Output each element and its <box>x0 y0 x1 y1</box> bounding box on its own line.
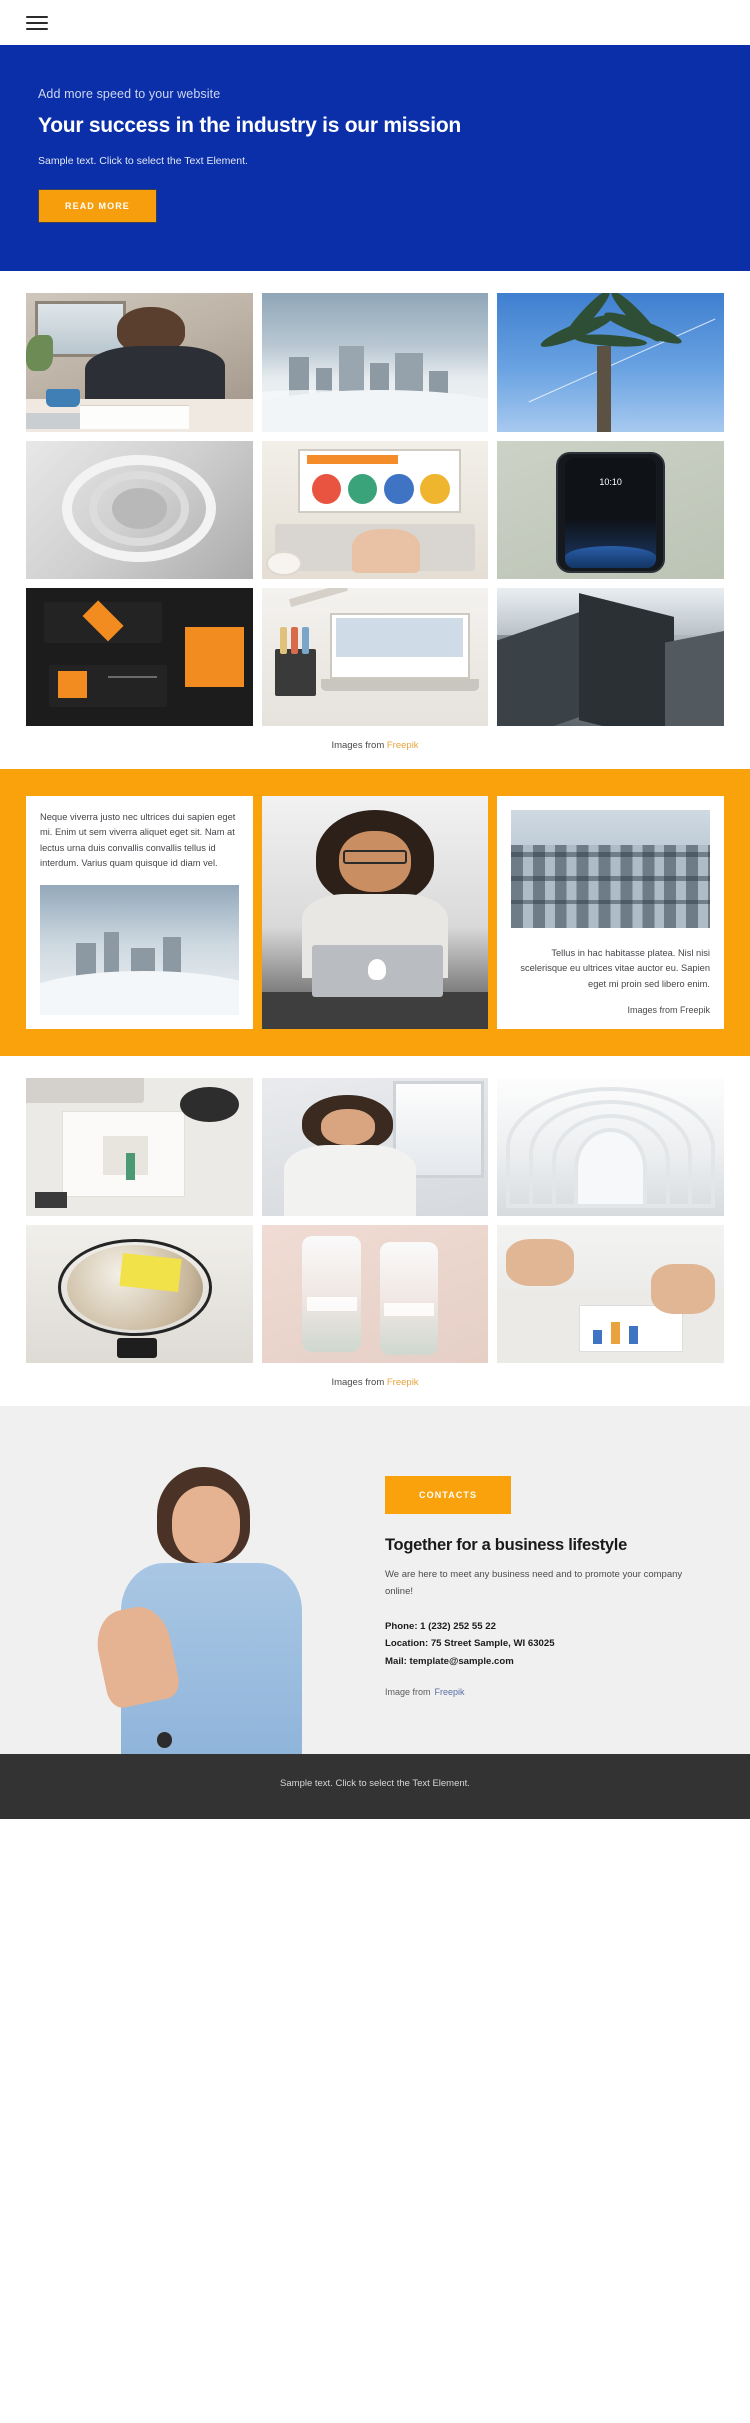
gallery-tile-desk-pencils-laptop[interactable] <box>261 588 489 726</box>
gallery-tile-laptop-marketing-strategy[interactable] <box>261 441 489 579</box>
feature-band: Neque viverra justo nec ultrices dui sap… <box>0 769 750 1057</box>
feature-card-right-text: Tellus in hac habitasse platea. Nisl nis… <box>520 948 710 989</box>
contacts-body: CONTACTS Together for a business lifesty… <box>360 1406 750 1754</box>
contacts-location: Location: 75 Street Sample, WI 63025 <box>385 1638 555 1650</box>
hero-section: Add more speed to your website Your succ… <box>0 45 750 271</box>
contacts-photo <box>0 1406 360 1755</box>
gallery-tile-smartphone-on-green[interactable]: 10:10 <box>497 441 724 579</box>
bottom-gallery-grid <box>26 1078 724 1364</box>
contacts-phone: Phone: 1 (232) 252 55 22 <box>385 1620 496 1632</box>
caption-prefix: Images from <box>331 1377 387 1389</box>
contacts-title: Together for a business lifestyle <box>385 1536 627 1555</box>
bottom-gallery-section: Images from Freepik <box>0 1056 750 1407</box>
read-more-button[interactable]: READ MORE <box>38 189 157 223</box>
feature-card-left: Neque viverra justo nec ultrices dui sap… <box>26 796 253 1030</box>
hero-subtitle: Sample text. Click to select the Text El… <box>38 155 248 167</box>
freepik-link[interactable]: Freepik <box>387 740 419 751</box>
feature-card-left-image[interactable] <box>40 885 239 1016</box>
bottom-gallery-caption: Images from Freepik <box>26 1363 724 1406</box>
footer: Sample text. Click to select the Text El… <box>0 1754 750 1820</box>
gallery-tile-man-writing-at-desk[interactable] <box>26 293 253 432</box>
contacts-credit-prefix: Image from <box>385 1686 431 1697</box>
gallery-tile-woman-by-window[interactable] <box>261 1078 489 1217</box>
gallery-tile-white-curved-corridor[interactable] <box>497 1078 724 1217</box>
contacts-badge-button[interactable]: CONTACTS <box>385 1476 512 1515</box>
feature-band-grid: Neque viverra justo nec ultrices dui sap… <box>26 796 724 1030</box>
gallery-tile-globe-with-sticky-note[interactable] <box>26 1225 253 1364</box>
contacts-section: CONTACTS Together for a business lifesty… <box>0 1406 750 1755</box>
contacts-credit: Image from Freepik <box>385 1687 710 1697</box>
top-gallery-section: 10:10 Images from Freepik <box>0 271 750 769</box>
hamburger-line <box>26 15 48 18</box>
gallery-tile-white-spiral-architecture[interactable] <box>26 441 253 579</box>
gallery-tile-city-skyline-in-clouds[interactable] <box>261 293 489 432</box>
feature-card-right-image[interactable] <box>511 810 710 928</box>
hamburger-menu-icon[interactable] <box>26 12 48 34</box>
top-gallery-caption: Images from Freepik <box>26 726 724 769</box>
hamburger-line <box>26 21 48 24</box>
footer-text: Sample text. Click to select the Text El… <box>280 1778 470 1790</box>
hamburger-line <box>26 27 48 30</box>
freepik-link[interactable]: Freepik <box>435 1687 465 1697</box>
gallery-tile-dark-branding-business-cards[interactable] <box>26 588 253 726</box>
gallery-tile-cosmetic-bottles[interactable] <box>261 1225 489 1364</box>
caption-prefix: Images from <box>331 740 387 751</box>
feature-card-left-text: Neque viverra justo nec ultrices dui sap… <box>40 812 236 868</box>
feature-card-right: Tellus in hac habitasse platea. Nisl nis… <box>497 796 724 1030</box>
top-gallery-grid: 10:10 <box>26 293 724 726</box>
gallery-tile-black-white-skyscrapers[interactable] <box>497 588 724 726</box>
gallery-tile-business-meeting-charts[interactable] <box>497 1225 724 1364</box>
contacts-description: We are here to meet any business need an… <box>385 1569 683 1597</box>
top-bar <box>0 0 750 45</box>
feature-card-right-credit: Images from Freepik <box>627 1004 710 1015</box>
feature-card-center-image[interactable] <box>261 796 489 1030</box>
gallery-tile-notebook-and-coffee-flatlay[interactable] <box>26 1078 253 1217</box>
gallery-tile-palm-tree-blue-sky[interactable] <box>497 293 724 432</box>
hero-eyebrow: Add more speed to your website <box>38 87 221 101</box>
freepik-link[interactable]: Freepik <box>387 1377 419 1388</box>
hero-title: Your success in the industry is our miss… <box>38 114 461 137</box>
contacts-mail: Mail: template@sample.com <box>385 1656 514 1668</box>
